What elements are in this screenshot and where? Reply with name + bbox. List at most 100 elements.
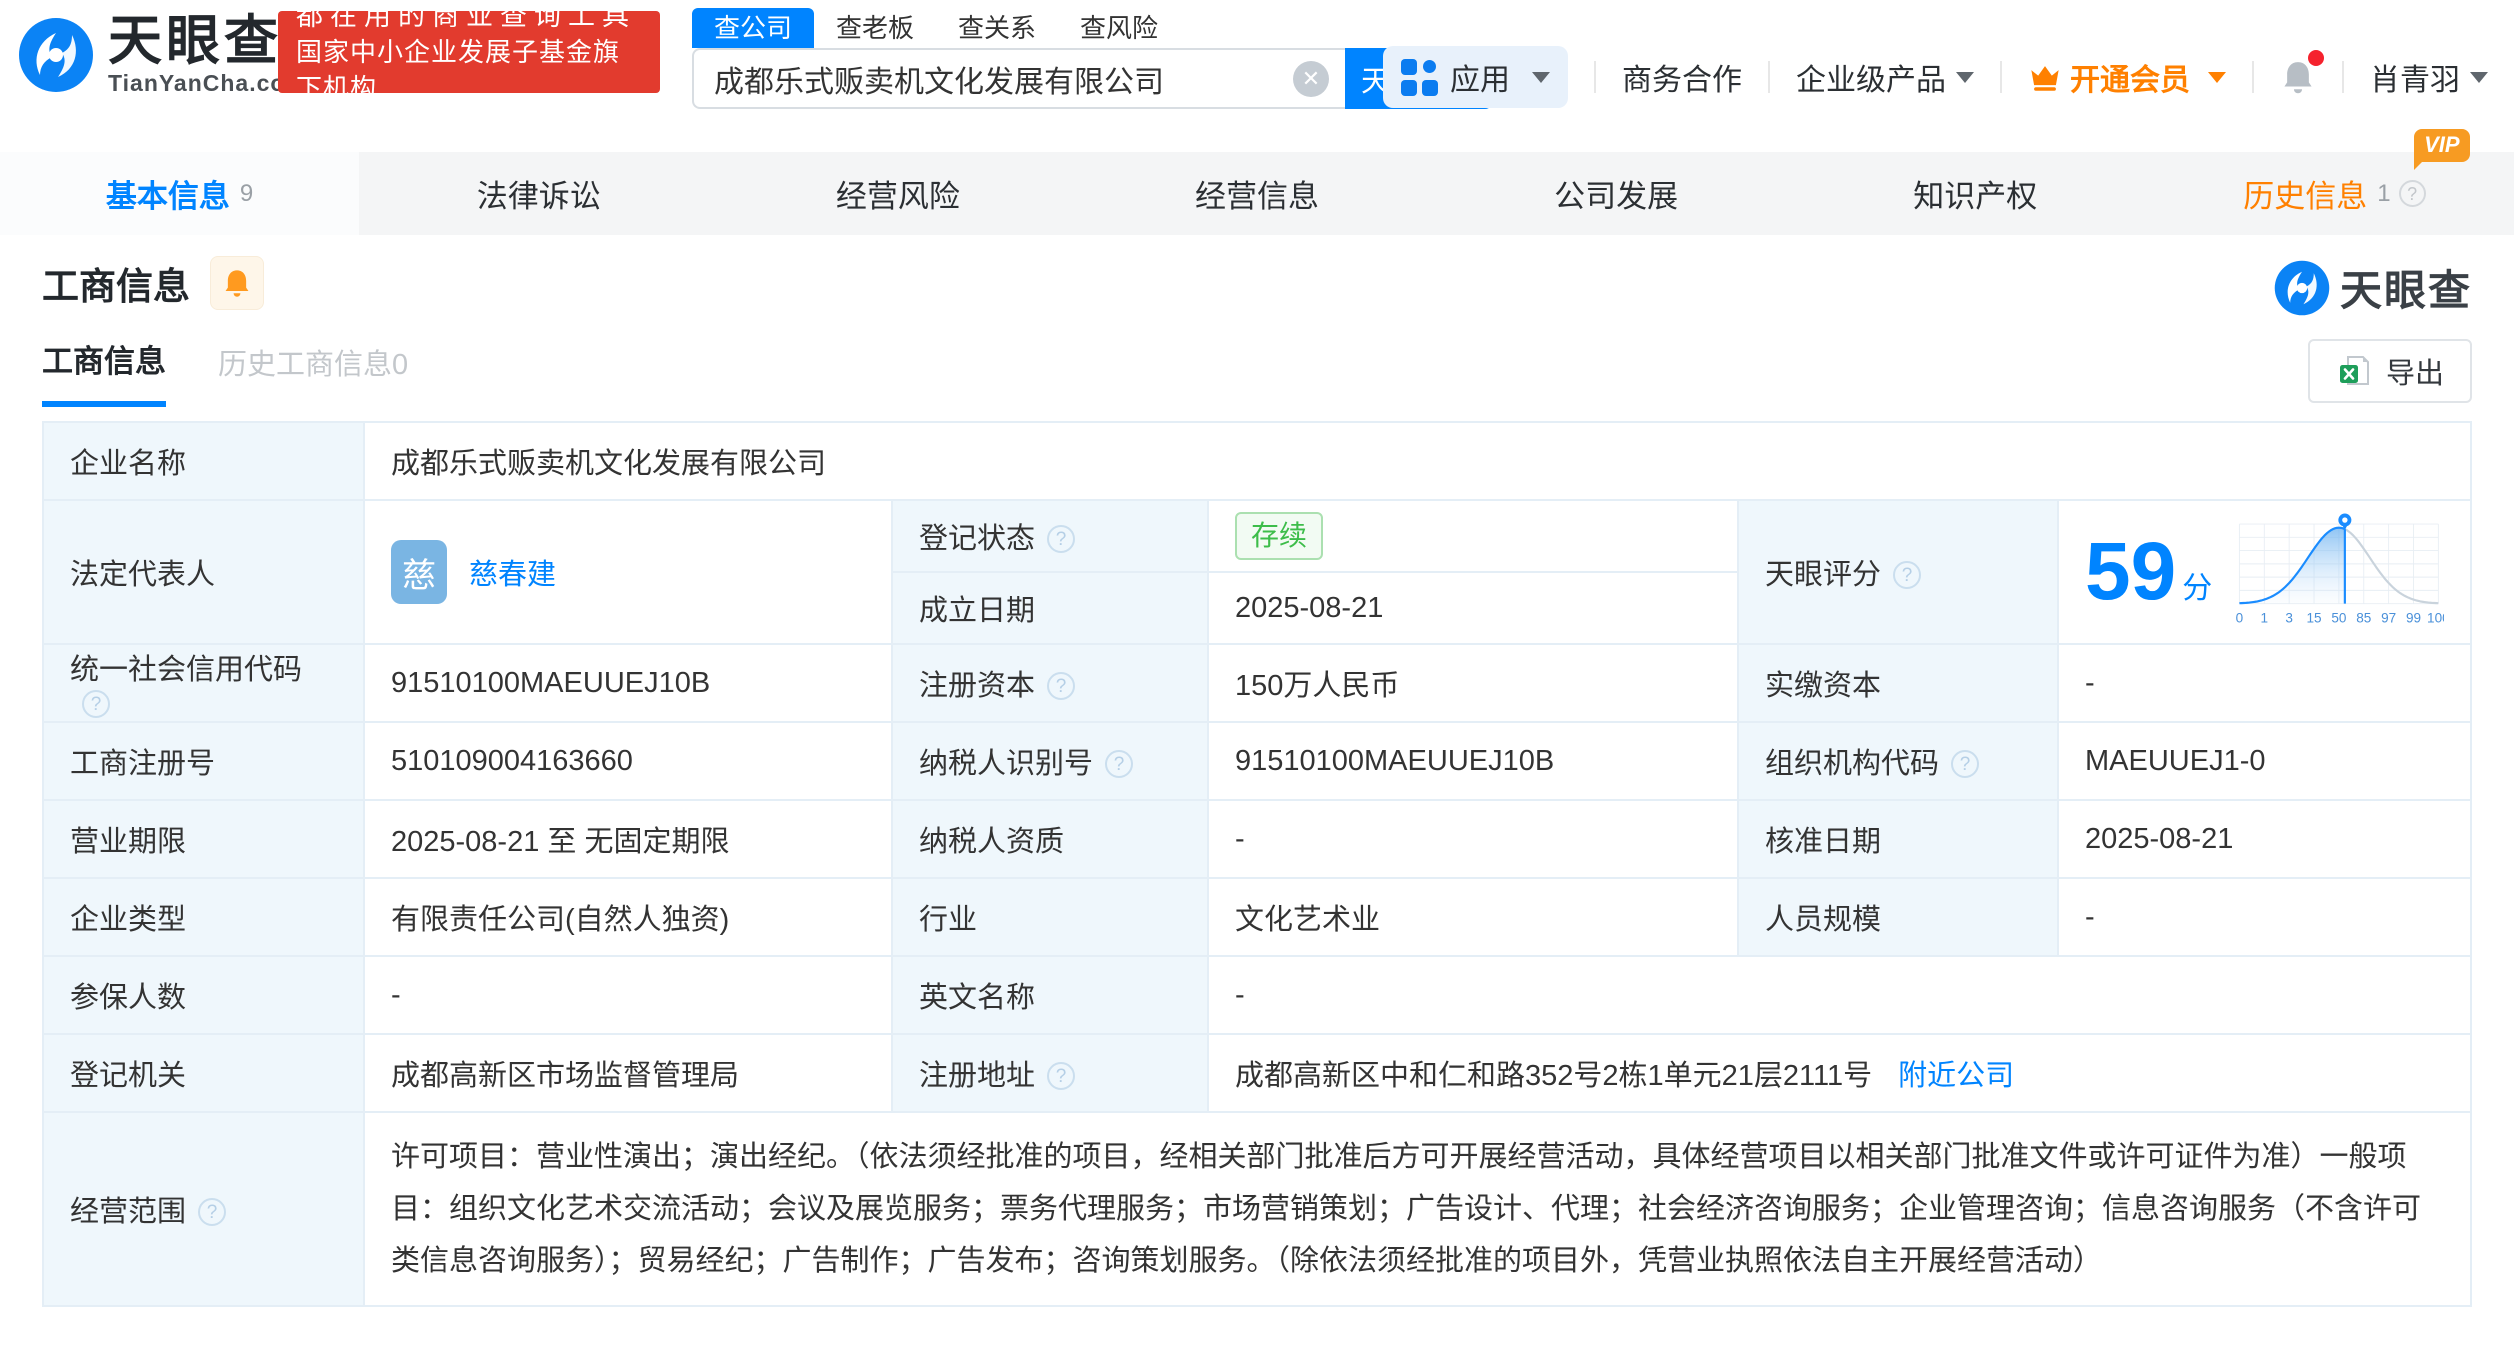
help-icon[interactable]: ?: [198, 1198, 226, 1226]
field-label: 实缴资本: [1738, 644, 2058, 722]
promo-line1: 都在用的商业查询工具: [296, 0, 642, 34]
notification-dot: [2308, 50, 2324, 66]
help-icon[interactable]: ?: [1105, 750, 1133, 778]
vip-badge: VIP: [2414, 129, 2469, 162]
reg-capital-value: 150万人民币: [1208, 644, 1738, 722]
field-label: 经营范围?: [43, 1112, 364, 1306]
help-icon[interactable]: ?: [82, 690, 110, 718]
tyc-score-unit: 分: [2182, 563, 2212, 607]
caret-down-icon: [1532, 72, 1550, 83]
help-icon[interactable]: ?: [1951, 750, 1979, 778]
tab-company-development[interactable]: 公司发展: [1437, 152, 1796, 235]
field-label: 工商注册号: [43, 722, 364, 800]
watermark-text: 天眼查: [2340, 257, 2472, 318]
tab-intellectual-property[interactable]: 知识产权: [1796, 152, 2155, 235]
nearby-companies-link[interactable]: 附近公司: [1898, 1060, 2014, 1092]
help-icon[interactable]: ?: [2399, 180, 2426, 207]
apps-label: 应用: [1450, 55, 1510, 99]
search-tab-boss[interactable]: 查老板: [814, 8, 936, 48]
help-icon[interactable]: ?: [1047, 525, 1075, 553]
nav-business-cooperation[interactable]: 商务合作: [1622, 55, 1742, 99]
apps-grid-icon: [1401, 59, 1438, 96]
establish-date-value: 2025-08-21: [1208, 572, 1738, 644]
staff-size-value: -: [2058, 878, 2471, 956]
reg-address-value: 成都高新区中和仁和路352号2栋1单元21层2111号: [1235, 1060, 1872, 1092]
nav-open-vip[interactable]: 开通会员: [2028, 55, 2226, 99]
tyc-score-value: 59: [2085, 531, 2176, 613]
field-label: 企业名称: [43, 422, 364, 500]
search-area: 查公司 查老板 查关系 查风险 ✕ 天眼一下: [692, 8, 1493, 109]
divider: [1768, 61, 1770, 93]
divider: [1594, 61, 1596, 93]
table-row: 统一社会信用代码? 91510100MAEUUEJ10B 注册资本? 150万人…: [43, 644, 2471, 722]
field-label: 行业: [892, 878, 1208, 956]
search-tab-risk[interactable]: 查风险: [1058, 8, 1180, 48]
help-icon[interactable]: ?: [1047, 672, 1075, 700]
reg-number-value: 510109004163660: [364, 722, 892, 800]
taxpayer-id-value: 91510100MAEUUEJ10B: [1208, 722, 1738, 800]
tianyancha-logo[interactable]: 天眼查 TianYanCha.com: [18, 12, 307, 97]
svg-text:99: 99: [2406, 611, 2421, 626]
svg-text:3: 3: [2286, 611, 2294, 626]
svg-text:1: 1: [2261, 611, 2269, 626]
field-label: 纳税人资质: [892, 800, 1208, 878]
export-button[interactable]: 导出: [2308, 339, 2472, 403]
divider: [2342, 61, 2344, 93]
tab-count: 1: [2377, 180, 2390, 208]
apps-button[interactable]: 应用: [1383, 46, 1568, 108]
table-row: 工商注册号 510109004163660 纳税人识别号? 91510100MA…: [43, 722, 2471, 800]
tab-operation-risk[interactable]: 经营风险: [718, 152, 1077, 235]
company-type-value: 有限责任公司(自然人独资): [364, 878, 892, 956]
tab-count: 9: [240, 180, 253, 208]
field-label: 纳税人识别号?: [892, 722, 1208, 800]
tab-basic-info[interactable]: 基本信息 9: [0, 152, 359, 235]
score-distribution-chart: 0131550859799100: [2234, 511, 2444, 633]
insured-count-value: -: [364, 956, 892, 1034]
tab-operation-info[interactable]: 经营信息: [1077, 152, 1436, 235]
svg-text:85: 85: [2356, 611, 2371, 626]
search-tab-company[interactable]: 查公司: [692, 8, 814, 48]
monitor-bell-button[interactable]: [210, 256, 264, 310]
tab-history-info[interactable]: 历史信息 1 ? VIP: [2155, 152, 2514, 235]
paid-capital-value: -: [2058, 644, 2471, 722]
table-row: 企业名称 成都乐式贩卖机文化发展有限公司: [43, 422, 2471, 500]
table-row: 经营范围? 许可项目：营业性演出；演出经纪。（依法须经批准的项目，经相关部门批准…: [43, 1112, 2471, 1306]
approve-date-value: 2025-08-21: [2058, 800, 2471, 878]
search-input[interactable]: [692, 48, 1345, 109]
caret-down-icon: [2208, 72, 2226, 83]
field-label: 注册地址?: [892, 1034, 1208, 1112]
help-icon[interactable]: ?: [1893, 561, 1921, 589]
notification-bell-icon[interactable]: [2280, 58, 2316, 96]
business-scope-value: 许可项目：营业性演出；演出经纪。（依法须经批准的项目，经相关部门批准后方可开展经…: [364, 1112, 2471, 1306]
field-label: 法定代表人: [43, 500, 364, 644]
subtab-business-info[interactable]: 工商信息: [42, 336, 166, 407]
company-name-value: 成都乐式贩卖机文化发展有限公司: [364, 422, 2471, 500]
svg-text:97: 97: [2381, 611, 2396, 626]
field-label: 登记机关: [43, 1034, 364, 1112]
search-tabs: 查公司 查老板 查关系 查风险: [692, 8, 1493, 48]
field-label: 登记状态?: [892, 500, 1208, 572]
user-menu[interactable]: 肖青羽: [2370, 55, 2488, 99]
help-icon[interactable]: ?: [1047, 1062, 1075, 1090]
field-label: 成立日期: [892, 572, 1208, 644]
table-row: 登记机关 成都高新区市场监督管理局 注册地址? 成都高新区中和仁和路352号2栋…: [43, 1034, 2471, 1112]
tianyancha-eye-icon: [18, 17, 94, 93]
english-name-value: -: [1208, 956, 2471, 1034]
subtab-history-business-info[interactable]: 历史工商信息0: [218, 341, 408, 407]
username: 肖青羽: [2370, 55, 2460, 99]
table-row: 企业类型 有限责任公司(自然人独资) 行业 文化艺术业 人员规模 -: [43, 878, 2471, 956]
header: 天眼查 TianYanCha.com 都在用的商业查询工具 国家中小企业发展子基…: [0, 0, 2514, 152]
field-label: 注册资本?: [892, 644, 1208, 722]
legal-rep-link[interactable]: 慈春建: [469, 551, 556, 593]
table-row: 参保人数 - 英文名称 -: [43, 956, 2471, 1034]
legal-rep-avatar[interactable]: 慈: [391, 540, 447, 604]
industry-value: 文化艺术业: [1208, 878, 1738, 956]
tab-legal-proceedings[interactable]: 法律诉讼: [359, 152, 718, 235]
nav-enterprise-products[interactable]: 企业级产品: [1796, 55, 1974, 99]
clear-search-icon[interactable]: ✕: [1293, 61, 1329, 97]
promo-banner: 都在用的商业查询工具 国家中小企业发展子基金旗下机构: [278, 11, 660, 93]
header-right-nav: 应用 商务合作 企业级产品 开通会员: [1383, 46, 2488, 108]
divider: [2252, 61, 2254, 93]
field-label: 参保人数: [43, 956, 364, 1034]
search-tab-relation[interactable]: 查关系: [936, 8, 1058, 48]
